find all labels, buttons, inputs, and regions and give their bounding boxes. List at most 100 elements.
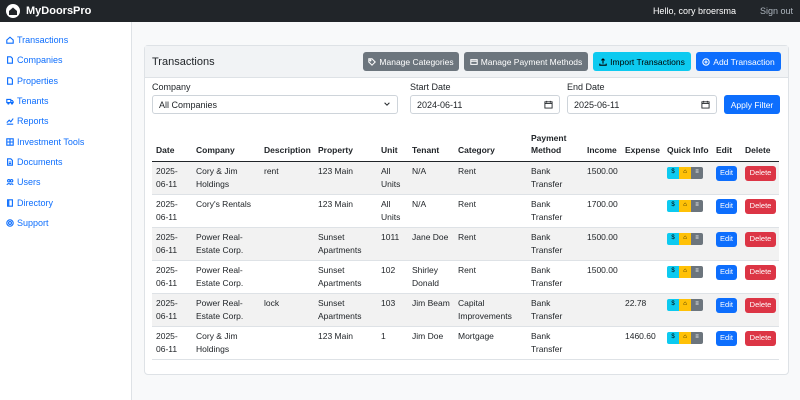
delete-button[interactable]: Delete [745,330,776,346]
delete-button[interactable]: Delete [745,165,776,181]
cell-category: Rent [454,227,527,261]
edit-button[interactable]: Edit [716,165,737,181]
sidebar-item-transactions[interactable]: Transactions [0,30,131,50]
table-row: 2025-06-11 Power Real-Estate Corp. Sunse… [152,227,779,261]
cell-income: 1500.00 [583,227,621,261]
truck-icon [6,98,14,105]
cell-quick-info: $ ⌂ ≡ [663,260,712,294]
sidebar-item-reports[interactable]: Reports [0,111,131,131]
dollar-icon[interactable]: $ [667,199,679,212]
column-header-tenant[interactable]: Tenant [408,128,454,162]
dollar-icon[interactable]: $ [667,265,679,278]
cell-payment-method: Bank Transfer [527,161,583,195]
cell-delete: Delete [741,260,779,294]
delete-button[interactable]: Delete [745,264,776,280]
cell-property: Sunset Apartments [314,293,377,327]
sidebar-item-label: Directory [17,197,54,208]
list-icon[interactable]: ≡ [691,232,703,245]
column-header-property[interactable]: Property [314,128,377,162]
edit-button[interactable]: Edit [716,330,737,346]
sidebar-item-support[interactable]: Support [0,213,131,233]
list-icon[interactable]: ≡ [691,298,703,311]
list-icon[interactable]: ≡ [691,265,703,278]
house-icon[interactable]: ⌂ [679,166,691,179]
sidebar-item-properties[interactable]: Properties [0,71,131,91]
tag-icon [368,57,377,66]
cell-edit: Edit [712,194,741,228]
cell-property: Sunset Apartments [314,260,377,294]
calendar-icon[interactable] [544,100,553,109]
cell-description: rent [260,161,314,195]
cell-expense: 1460.60 [621,326,663,360]
column-header-category[interactable]: Category [454,128,527,162]
edit-button[interactable]: Edit [716,297,737,313]
cell-tenant: N/A [408,161,454,195]
cell-quick-info: $ ⌂ ≡ [663,161,712,195]
delete-button[interactable]: Delete [745,297,776,313]
edit-button[interactable]: Edit [716,264,737,280]
house-icon[interactable]: ⌂ [679,331,691,344]
import-transactions-button[interactable]: Import Transactions [593,52,691,71]
dollar-icon[interactable]: $ [667,166,679,179]
table-row: 2025-06-11 Cory & Jim Holdings 123 Main … [152,326,779,360]
add-transaction-button[interactable]: Add Transaction [696,52,781,71]
manage-categories-button[interactable]: Manage Categories [363,52,459,71]
cell-payment-method: Bank Transfer [527,326,583,360]
delete-button[interactable]: Delete [745,198,776,214]
chevron-down-icon [384,102,390,106]
column-header-date[interactable]: Date [152,128,192,162]
manage-categories-label: Manage Categories [379,56,454,67]
sidebar-item-users[interactable]: Users [0,172,131,192]
manage-payment-methods-label: Manage Payment Methods [480,56,583,67]
manage-payment-methods-button[interactable]: Manage Payment Methods [464,52,588,71]
dollar-icon[interactable]: $ [667,232,679,245]
house-icon[interactable]: ⌂ [679,232,691,245]
cell-expense [621,260,663,294]
brand[interactable]: MyDoorsPro [0,4,91,18]
list-icon[interactable]: ≡ [691,199,703,212]
cell-company: Power Real-Estate Corp. [192,260,260,294]
cell-income [583,293,621,327]
list-icon[interactable]: ≡ [691,166,703,179]
house-icon[interactable]: ⌂ [679,199,691,212]
sidebar-item-directory[interactable]: Directory [0,192,131,212]
sidebar-item-documents[interactable]: Documents [0,152,131,172]
column-header-income[interactable]: Income [583,128,621,162]
cell-description [260,227,314,261]
edit-button[interactable]: Edit [716,231,737,247]
house-icon[interactable]: ⌂ [679,298,691,311]
column-header-description[interactable]: Description [260,128,314,162]
cell-category: Capital Improvements [454,293,527,327]
sidebar-item-tenants[interactable]: Tenants [0,91,131,111]
dollar-icon[interactable]: $ [667,298,679,311]
cell-company: Power Real-Estate Corp. [192,293,260,327]
column-header-unit[interactable]: Unit [377,128,408,162]
delete-button[interactable]: Delete [745,231,776,247]
column-header-company[interactable]: Company [192,128,260,162]
column-header-payment-method[interactable]: Payment Method [527,128,583,162]
signout-link[interactable]: Sign out [760,6,793,16]
house-icon[interactable]: ⌂ [679,265,691,278]
cell-unit: All Units [377,161,408,195]
cell-unit: 1 [377,326,408,360]
end-date-input[interactable]: 2025-06-11 [567,95,717,114]
dollar-icon[interactable]: $ [667,331,679,344]
sidebar-item-companies[interactable]: Companies [0,50,131,70]
column-header-expense[interactable]: Expense [621,128,663,162]
house-logo-icon [6,4,20,18]
calendar-icon[interactable] [701,100,710,109]
sidebar-item-label: Transactions [17,35,69,46]
sidebar-item-investment-tools[interactable]: Investment Tools [0,131,131,151]
cell-expense [621,161,663,195]
start-date-input[interactable]: 2024-06-11 [410,95,560,114]
list-icon[interactable]: ≡ [691,331,703,344]
column-header-quick-info: Quick Info [663,128,712,162]
sidebar-item-label: Investment Tools [17,136,85,147]
company-select[interactable]: All Companies [152,95,398,114]
edit-button[interactable]: Edit [716,198,737,214]
start-date-label: Start Date [410,82,451,92]
book-icon [7,198,13,207]
cell-tenant: Jane Doe [408,227,454,261]
apply-filter-button[interactable]: Apply Filter [724,95,780,114]
cell-date: 2025-06-11 [152,293,192,327]
